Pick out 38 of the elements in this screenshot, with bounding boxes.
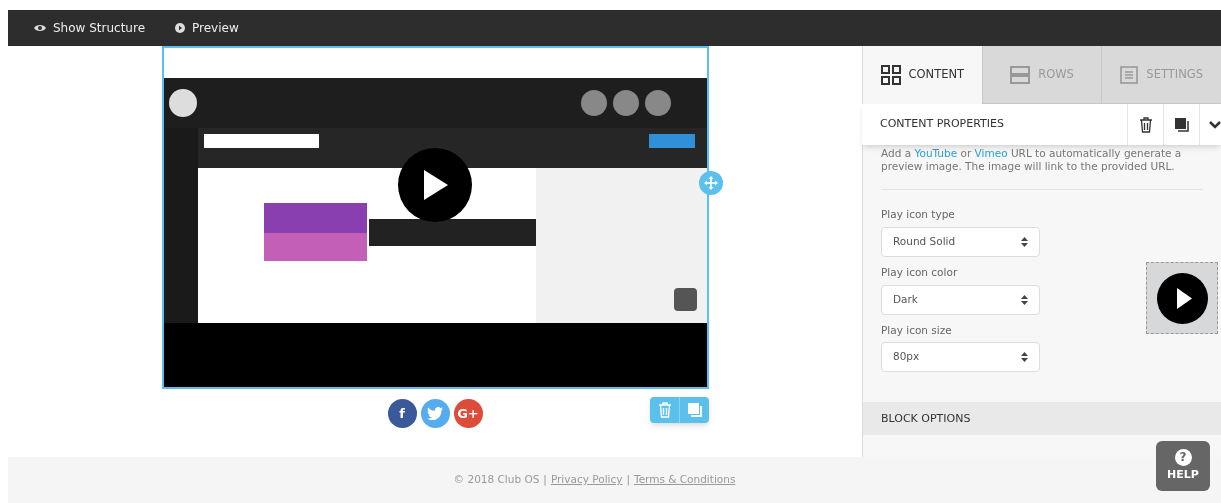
- section-title: CONTENT PROPERTIES: [879, 116, 1005, 133]
- select-field[interactable]: Round Solid: [881, 226, 1040, 257]
- select-field[interactable]: Dark: [881, 284, 1040, 315]
- eye-icon: [34, 24, 46, 32]
- show-structure-button[interactable]: Show Structure: [34, 19, 145, 37]
- grid-icon: [880, 65, 901, 85]
- trash-icon: [657, 402, 672, 418]
- link[interactable]: YouTube: [914, 147, 958, 159]
- duplicate-icon: [686, 402, 703, 418]
- play-icon: [421, 170, 448, 200]
- field-label: Play icon size: [881, 322, 953, 338]
- link[interactable]: Vimeo: [974, 147, 1008, 159]
- help-icon: ?: [1174, 448, 1192, 466]
- preview-button[interactable]: Preview: [175, 19, 239, 37]
- section-title: BLOCK OPTIONS: [881, 410, 971, 427]
- duplicate-icon: [1174, 117, 1189, 132]
- sort-icon: [1021, 352, 1028, 363]
- separator: |: [626, 472, 630, 488]
- select-field[interactable]: 80px: [881, 342, 1040, 373]
- bird-icon: [427, 407, 443, 420]
- description-text: Add a YouTube or Vimeo URL to automatically generate a preview image. The image will link to the provided URL.: [881, 147, 1203, 190]
- play-icon: [175, 23, 185, 33]
- sort-icon: [1021, 236, 1028, 247]
- rows-icon: [1010, 65, 1031, 84]
- trash-icon: [1138, 116, 1153, 133]
- sort-icon: [1021, 294, 1028, 305]
- social-link[interactable]: G+: [453, 399, 483, 428]
- collapse-button[interactable]: [1199, 104, 1221, 145]
- social-link[interactable]: f: [387, 399, 417, 428]
- separator: |: [543, 472, 547, 488]
- field-label: Play icon type: [881, 207, 956, 222]
- move-icon: [703, 176, 718, 190]
- document-icon: [1120, 65, 1139, 84]
- copyright-text: © 2018 Club OS: [453, 472, 540, 488]
- field-label: Play icon color: [881, 264, 959, 280]
- chevron-icon: [1209, 120, 1221, 129]
- play-icon: [1156, 272, 1208, 324]
- help-button[interactable]: ? HELP: [1156, 441, 1210, 491]
